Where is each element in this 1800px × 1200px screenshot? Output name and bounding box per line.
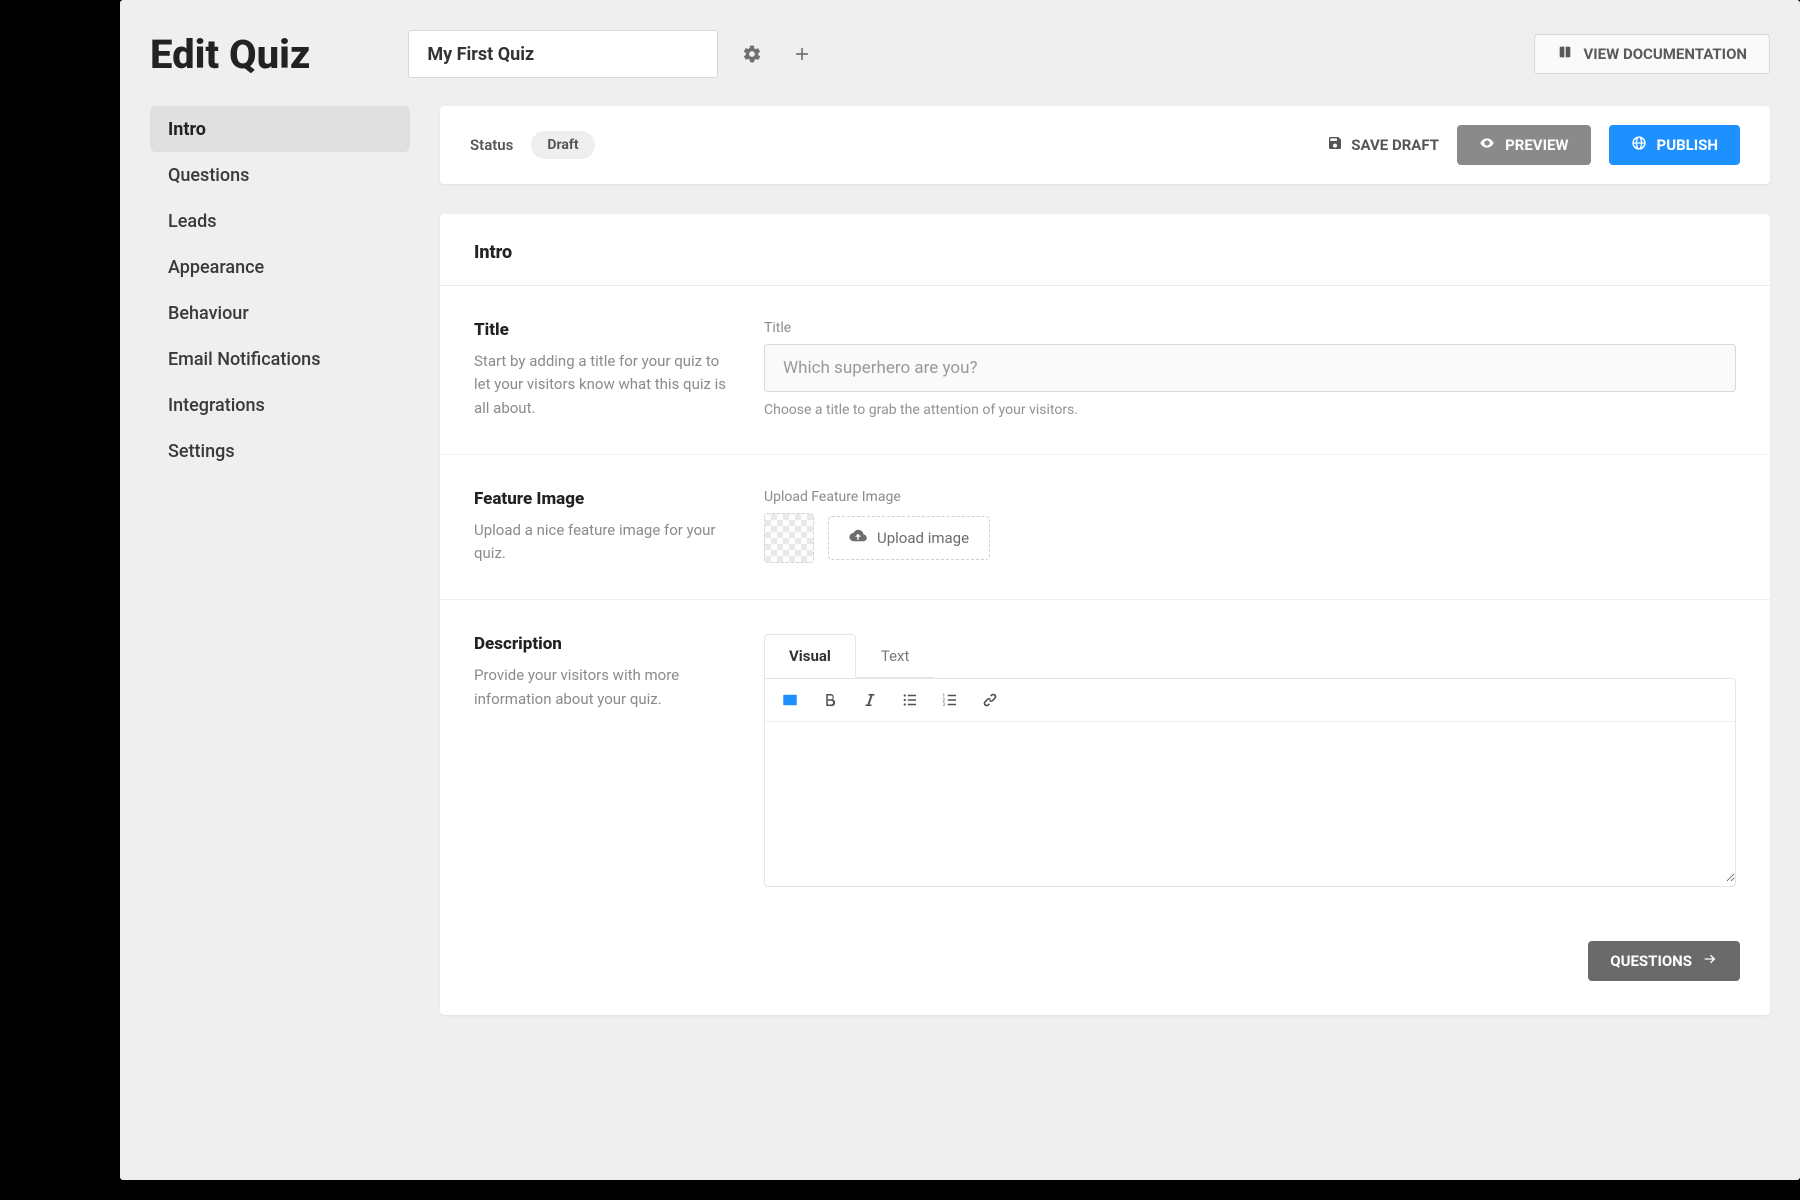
sidebar-item-label: Appearance — [168, 257, 264, 278]
feature-image-description: Upload a nice feature image for your qui… — [474, 519, 734, 566]
editor-box: 123 — [764, 678, 1736, 887]
status-badge: Draft — [531, 131, 594, 159]
svg-text:3: 3 — [943, 702, 946, 708]
feature-image-heading: Feature Image — [474, 489, 734, 509]
image-thumbnail-placeholder — [764, 513, 814, 563]
upload-image-button[interactable]: Upload image — [828, 516, 990, 560]
intro-panel: Intro Title Start by adding a title for … — [440, 214, 1770, 1015]
arrow-right-icon — [1702, 951, 1718, 971]
title-section: Title Start by adding a title for your q… — [440, 286, 1770, 455]
publish-label: PUBLISH — [1657, 136, 1718, 154]
upload-field-label: Upload Feature Image — [764, 489, 1736, 505]
preview-label: PREVIEW — [1505, 136, 1568, 154]
title-field-label: Title — [764, 320, 1736, 336]
description-heading: Description — [474, 634, 734, 654]
status-bar: Status Draft SAVE DRAFT PREVIEW PUBLISH — [440, 106, 1770, 184]
description-text: Provide your visitors with more informat… — [474, 664, 734, 711]
publish-button[interactable]: PUBLISH — [1609, 125, 1740, 165]
title-heading: Title — [474, 320, 734, 340]
link-icon[interactable] — [979, 689, 1001, 711]
quiz-name-input[interactable] — [408, 30, 718, 78]
sidebar-item-label: Email Notifications — [168, 349, 320, 370]
title-description: Start by adding a title for your quiz to… — [474, 350, 734, 420]
sidebar: Intro Questions Leads Appearance Behavio… — [150, 106, 410, 474]
sidebar-item-appearance[interactable]: Appearance — [150, 244, 410, 290]
numbered-list-icon[interactable]: 123 — [939, 689, 961, 711]
view-documentation-label: VIEW DOCUMENTATION — [1583, 45, 1747, 63]
globe-icon — [1631, 135, 1647, 155]
sidebar-item-label: Questions — [168, 165, 249, 186]
save-icon — [1327, 135, 1343, 155]
feature-image-section: Feature Image Upload a nice feature imag… — [440, 455, 1770, 601]
cloud-upload-icon — [849, 527, 867, 549]
questions-next-button[interactable]: QUESTIONS — [1588, 941, 1740, 981]
title-help-text: Choose a title to grab the attention of … — [764, 402, 1736, 418]
save-draft-button[interactable]: SAVE DRAFT — [1327, 135, 1439, 155]
title-input[interactable] — [764, 344, 1736, 392]
sidebar-item-label: Settings — [168, 441, 235, 462]
italic-icon[interactable] — [859, 689, 881, 711]
gear-icon[interactable] — [736, 38, 768, 70]
sidebar-item-label: Leads — [168, 211, 216, 232]
sidebar-item-integrations[interactable]: Integrations — [150, 382, 410, 428]
sidebar-item-questions[interactable]: Questions — [150, 152, 410, 198]
description-section: Description Provide your visitors with m… — [440, 600, 1770, 921]
save-draft-label: SAVE DRAFT — [1351, 136, 1439, 154]
sidebar-item-leads[interactable]: Leads — [150, 198, 410, 244]
plus-icon[interactable] — [786, 38, 818, 70]
description-editor[interactable] — [765, 722, 1735, 882]
sidebar-item-settings[interactable]: Settings — [150, 428, 410, 474]
sidebar-item-behaviour[interactable]: Behaviour — [150, 290, 410, 336]
body-row: Intro Questions Leads Appearance Behavio… — [150, 106, 1770, 1015]
insert-media-icon[interactable] — [779, 689, 801, 711]
tab-visual[interactable]: Visual — [764, 634, 856, 678]
main-column: Status Draft SAVE DRAFT PREVIEW PUBLISH … — [440, 106, 1770, 1015]
sidebar-item-label: Integrations — [168, 395, 265, 416]
view-documentation-button[interactable]: VIEW DOCUMENTATION — [1534, 34, 1770, 74]
sidebar-item-email-notifications[interactable]: Email Notifications — [150, 336, 410, 382]
upload-image-label: Upload image — [877, 529, 969, 547]
preview-button[interactable]: PREVIEW — [1457, 125, 1590, 165]
page-title: Edit Quiz — [150, 31, 310, 78]
sidebar-item-intro[interactable]: Intro — [150, 106, 410, 152]
bold-icon[interactable] — [819, 689, 841, 711]
sidebar-item-label: Intro — [168, 119, 206, 140]
tab-text[interactable]: Text — [856, 634, 935, 678]
status-label: Status — [470, 136, 513, 154]
header-row: Edit Quiz VIEW DOCUMENTATION — [150, 30, 1770, 78]
bullet-list-icon[interactable] — [899, 689, 921, 711]
panel-title: Intro — [440, 214, 1770, 286]
book-icon — [1557, 44, 1573, 64]
eye-icon — [1479, 135, 1495, 155]
panel-footer: QUESTIONS — [440, 921, 1770, 1015]
editor-toolbar: 123 — [765, 679, 1735, 722]
questions-next-label: QUESTIONS — [1610, 952, 1692, 970]
app-frame: Edit Quiz VIEW DOCUMENTATION Intro Quest… — [120, 0, 1800, 1180]
sidebar-item-label: Behaviour — [168, 303, 249, 324]
editor-tabs: Visual Text — [764, 634, 934, 678]
